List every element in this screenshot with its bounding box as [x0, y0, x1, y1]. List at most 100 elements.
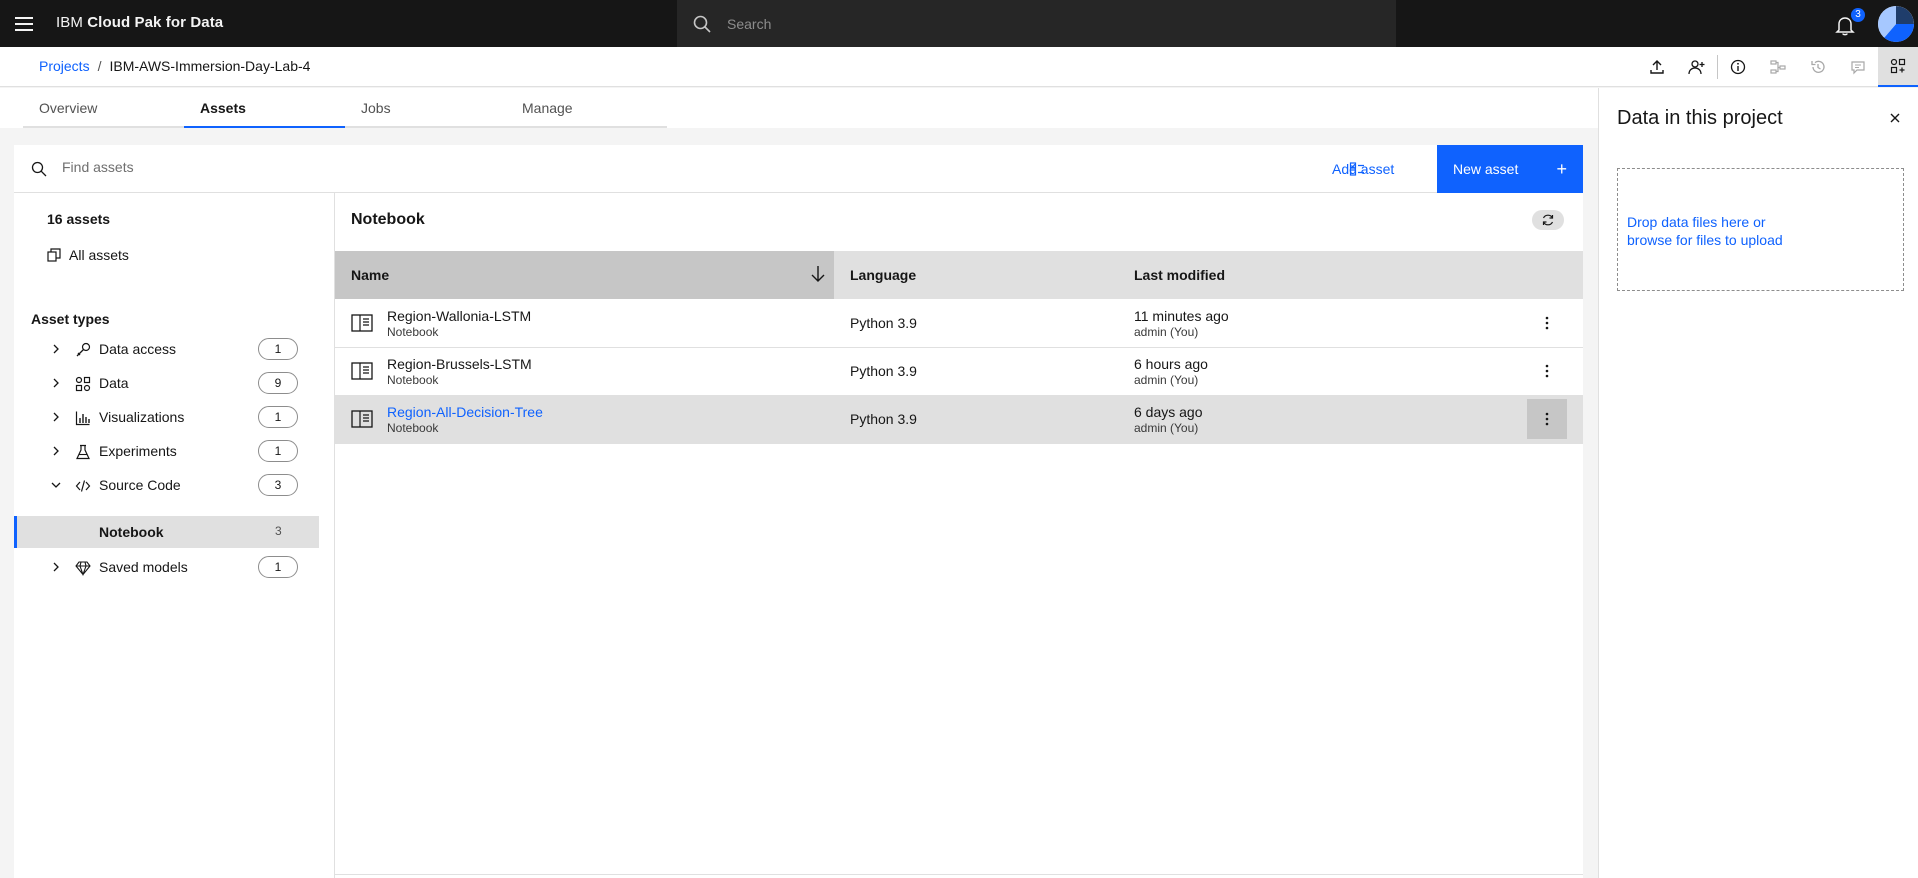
- asset-type-data[interactable]: Data 9: [14, 367, 321, 400]
- global-search[interactable]: [677, 0, 1396, 47]
- user-avatar[interactable]: [1878, 6, 1914, 42]
- asset-list-title: Notebook: [351, 211, 425, 228]
- asset-language: Python 3.9: [834, 395, 1118, 444]
- asset-name[interactable]: Region-Wallonia-LSTM: [387, 307, 531, 325]
- asset-subtype-count: 3: [275, 524, 282, 538]
- column-header-label: Name: [351, 267, 390, 283]
- info-button[interactable]: [1718, 47, 1758, 87]
- data-panel-toggle-button[interactable]: [1878, 47, 1918, 87]
- all-assets-link[interactable]: All assets: [47, 247, 129, 263]
- breadcrumb-projects-link[interactable]: Projects: [39, 58, 90, 74]
- history-icon: [1811, 60, 1825, 73]
- drop-zone-line-1: Drop data files here or: [1627, 214, 1766, 230]
- tab-overview[interactable]: Overview: [23, 88, 184, 128]
- asset-type-label: Visualizations: [99, 409, 185, 425]
- new-asset-button[interactable]: New asset +: [1437, 145, 1583, 193]
- chat-icon: [1851, 61, 1865, 75]
- close-icon: [1890, 113, 1900, 123]
- modified-by: admin (You): [1134, 373, 1199, 387]
- info-icon: [1730, 59, 1746, 75]
- product-brand[interactable]: IBM Cloud Pak for Data: [56, 14, 223, 31]
- comments-button[interactable]: [1838, 47, 1878, 87]
- add-asset-button[interactable]: Add asset: [1332, 145, 1394, 193]
- global-search-input[interactable]: [727, 15, 1327, 32]
- asset-type-visualizations[interactable]: Visualizations 1: [14, 401, 321, 434]
- flow-icon: [1770, 60, 1786, 74]
- refresh-button[interactable]: [1532, 210, 1564, 230]
- asset-filters: 16 assets All assets Asset types Data ac…: [14, 193, 335, 878]
- search-icon: [31, 161, 47, 177]
- asset-type-label: Experiments: [99, 443, 177, 459]
- asset-type-count: 1: [258, 338, 298, 360]
- asset-type-label: Source Code: [99, 477, 181, 493]
- overflow-menu-button[interactable]: [1527, 303, 1567, 343]
- new-asset-label: New asset: [1453, 161, 1519, 177]
- tab-jobs[interactable]: Jobs: [345, 88, 506, 128]
- asset-type-count: 1: [258, 406, 298, 428]
- asset-name[interactable]: Region-All-Decision-Tree: [387, 403, 543, 421]
- asset-list: Notebook Name Language Last modified Reg…: [335, 193, 1583, 878]
- modified-by: admin (You): [1134, 324, 1199, 339]
- asset-type-count: 9: [258, 372, 298, 394]
- assets-panel: Add asset New asset + 16 assets All asse…: [14, 145, 1583, 878]
- asset-name[interactable]: Region-Brussels-LSTM: [387, 355, 532, 373]
- chevron-right-icon: [53, 446, 59, 456]
- plus-icon: +: [1556, 158, 1567, 179]
- column-header-language[interactable]: Language: [834, 251, 1118, 299]
- asset-last-modified: 6 hours ago admin (You): [1134, 355, 1495, 387]
- chevron-down-icon: [51, 482, 61, 488]
- asset-type: Notebook: [387, 421, 439, 435]
- breadcrumb: Projects / IBM-AWS-Immersion-Day-Lab-4: [39, 58, 310, 74]
- close-panel-button[interactable]: [1883, 106, 1907, 130]
- tab-assets[interactable]: Assets: [184, 88, 345, 128]
- notebook-icon: [351, 410, 373, 428]
- asset-name-cell: Region-Wallonia-LSTM Notebook: [351, 307, 818, 339]
- asset-type-label: Data access: [99, 341, 177, 357]
- lineage-button[interactable]: [1758, 47, 1798, 87]
- overflow-menu-button[interactable]: [1527, 351, 1567, 391]
- asset-table: Name Language Last modified Region-Wallo…: [335, 251, 1583, 444]
- asset-type-saved-models[interactable]: Saved models 1: [14, 551, 321, 584]
- project-tabs: Overview Assets Jobs Manage: [23, 88, 667, 128]
- chevron-right-icon: [53, 412, 59, 422]
- upload-icon: [1650, 60, 1664, 74]
- table-row[interactable]: Region-Brussels-LSTM Notebook Python 3.9…: [335, 347, 1583, 396]
- table-row[interactable]: Region-All-Decision-Tree Notebook Python…: [335, 395, 1583, 444]
- find-assets-input[interactable]: [62, 159, 762, 175]
- asset-subtype-notebook[interactable]: Notebook 3: [14, 516, 319, 548]
- modified-time: 11 minutes ago: [1134, 307, 1229, 324]
- asset-type-experiments[interactable]: Experiments 1: [14, 435, 321, 468]
- add-user-icon: [1688, 60, 1705, 75]
- asset-language: Python 3.9: [834, 299, 1118, 348]
- history-button[interactable]: [1798, 47, 1838, 87]
- refresh-icon: [1542, 214, 1554, 226]
- asset-type-label: Data: [99, 375, 129, 391]
- brand-prefix: IBM: [56, 14, 83, 31]
- overflow-menu-button[interactable]: [1527, 399, 1567, 439]
- tab-manage[interactable]: Manage: [506, 88, 667, 128]
- asset-name-cell: Region-Brussels-LSTM Notebook: [351, 355, 818, 387]
- column-header-name[interactable]: Name: [335, 251, 834, 299]
- menu-icon[interactable]: [12, 12, 36, 36]
- asset-language: Python 3.9: [834, 347, 1118, 396]
- asset-type-data-access[interactable]: Data access 1: [14, 333, 321, 366]
- upload-button[interactable]: [1637, 47, 1677, 87]
- drop-zone-line-2: browse for files to upload: [1627, 232, 1783, 248]
- asset-type-source-code[interactable]: Source Code 3: [14, 469, 321, 502]
- asset-types-heading: Asset types: [31, 311, 110, 327]
- chart-icon: [75, 411, 90, 426]
- notifications-button[interactable]: 3: [1834, 8, 1865, 36]
- file-drop-zone[interactable]: Drop data files here or browse for files…: [1617, 168, 1904, 291]
- add-collaborator-button[interactable]: [1677, 47, 1717, 87]
- link-icon: [76, 342, 91, 357]
- breadcrumb-row: Projects / IBM-AWS-Immersion-Day-Lab-4: [0, 47, 1918, 87]
- chevron-right-icon: [53, 562, 59, 572]
- avatar-icon: [1878, 6, 1914, 42]
- table-row[interactable]: Region-Wallonia-LSTM Notebook Python 3.9…: [335, 299, 1583, 348]
- chevron-right-icon: [53, 378, 59, 388]
- code-icon: [75, 480, 91, 492]
- data-panel-icon: [1890, 58, 1906, 74]
- column-header-last-modified[interactable]: Last modified: [1118, 251, 1511, 299]
- chevron-right-icon: [53, 344, 59, 354]
- asset-type-count: 3: [258, 474, 298, 496]
